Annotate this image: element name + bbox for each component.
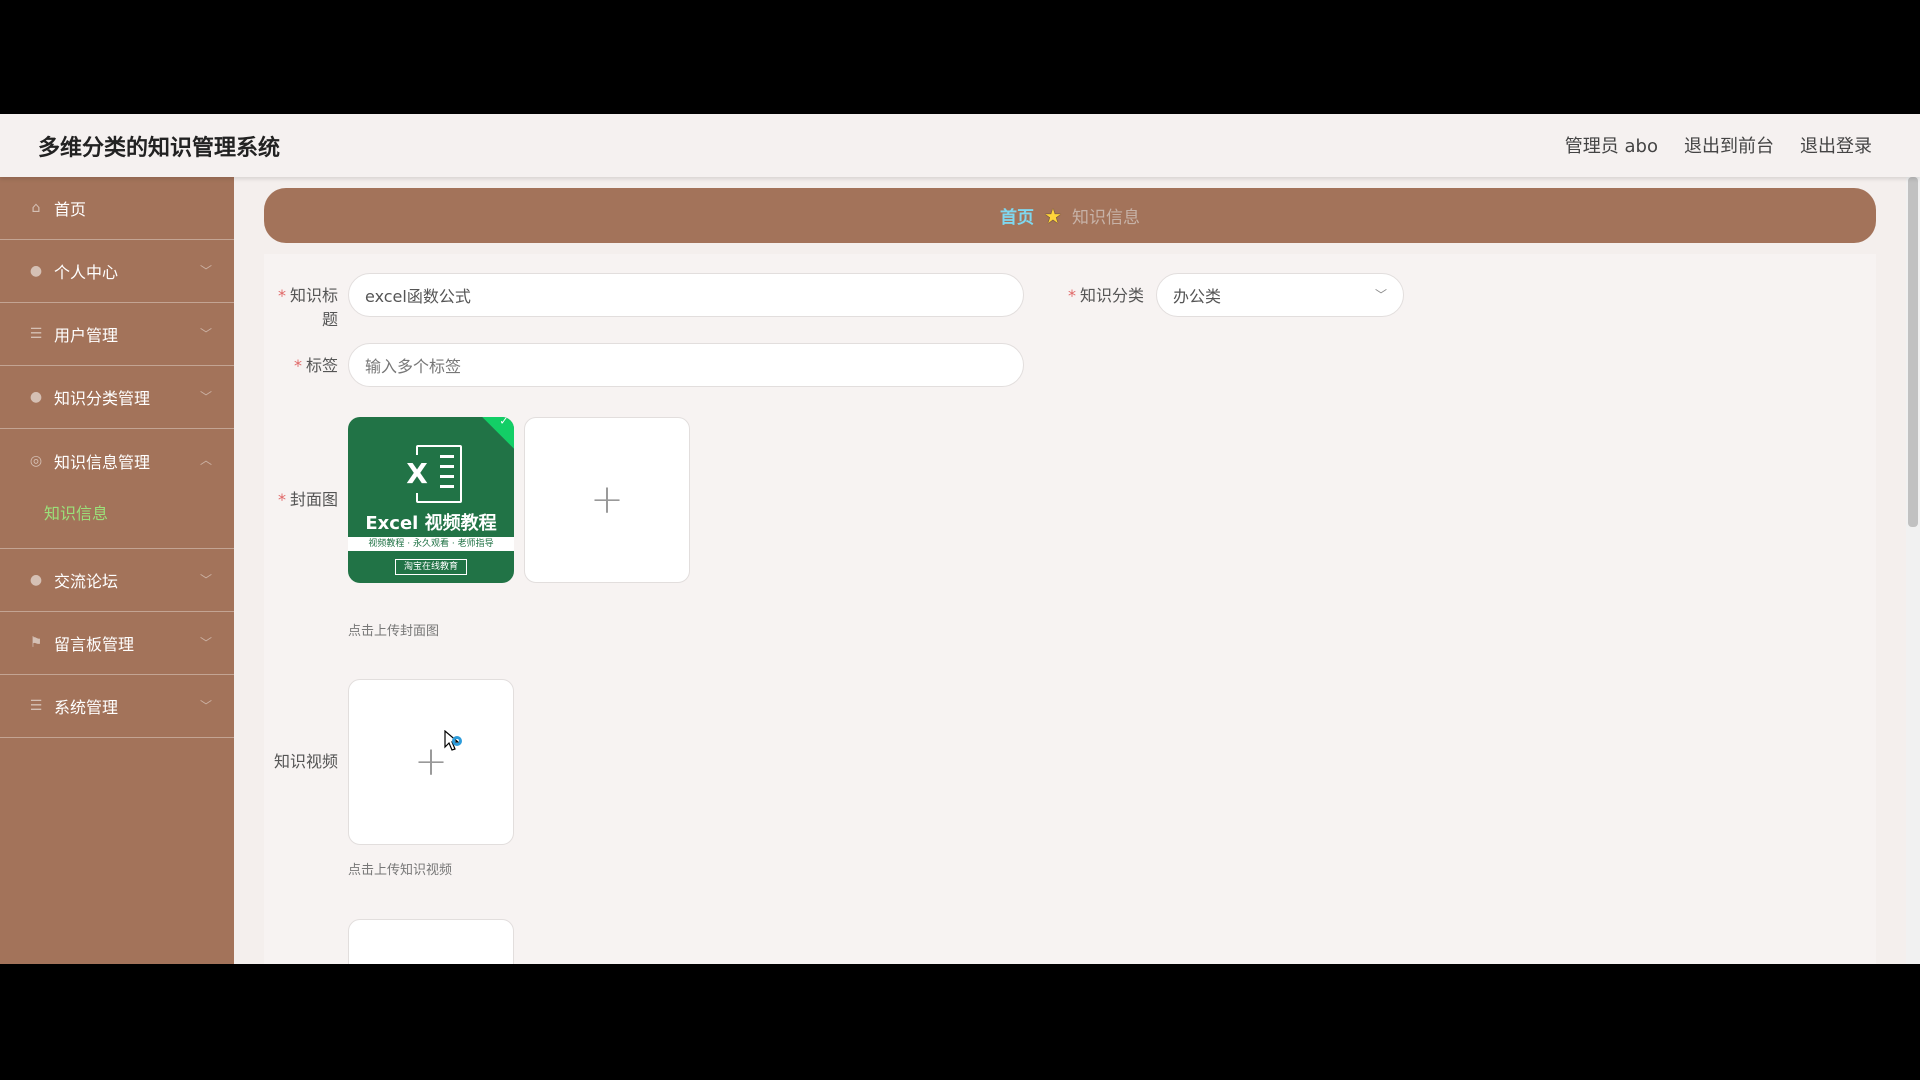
sidebar-item-label: 个人中心 bbox=[54, 263, 119, 282]
sidebar-item-system-management[interactable]: ☰ 系统管理 ﹀ bbox=[0, 675, 234, 738]
thumbnail-title: Excel 视频教程 bbox=[365, 513, 497, 534]
sidebar-item-message-board[interactable]: ⚑ 留言板管理 ﹀ bbox=[0, 612, 234, 675]
video-upload-button[interactable]: + bbox=[348, 679, 514, 845]
sidebar-item-label: 用户管理 bbox=[54, 326, 119, 345]
breadcrumb: 首页 ★ 知识信息 bbox=[264, 188, 1876, 243]
file-upload-button[interactable] bbox=[348, 919, 514, 964]
chevron-up-icon: ︿ bbox=[199, 453, 212, 467]
sidebar-item-user-management[interactable]: ☰ 用户管理 ﹀ bbox=[0, 303, 234, 366]
circle-icon: ◎ bbox=[29, 452, 43, 469]
sidebar-item-forum[interactable]: ● 交流论坛 ﹀ bbox=[0, 549, 234, 612]
sidebar-item-label: 知识分类管理 bbox=[54, 389, 151, 408]
sidebar-item-home[interactable]: ⌂ 首页 bbox=[0, 177, 234, 240]
app-window: 多维分类的知识管理系统 管理员 abo 退出到前台 退出登录 ⌂ 首页 ● 个人… bbox=[0, 114, 1920, 964]
chevron-down-icon: ﹀ bbox=[199, 636, 212, 650]
check-icon: ✓ bbox=[499, 417, 509, 428]
category-select[interactable]: 办公类 ﹀ bbox=[1156, 273, 1404, 317]
sidebar-item-knowledge-management[interactable]: ◎ 知识信息管理 ︿ bbox=[0, 429, 234, 492]
main-content: 首页 ★ 知识信息 * 知识标题 excel函数公式 * 知识分类 办公类 ﹀ * 标… bbox=[234, 177, 1904, 964]
loading-spinner-icon bbox=[452, 736, 462, 746]
sidebar-group-knowledge: ◎ 知识信息管理 ︿ 知识信息 bbox=[0, 429, 234, 549]
category-label: * 知识分类 bbox=[1067, 286, 1144, 305]
chevron-down-icon: ﹀ bbox=[199, 573, 212, 587]
flag-icon: ⚑ bbox=[29, 635, 43, 651]
chevron-down-icon: ﹀ bbox=[1374, 288, 1387, 302]
cover-hint: 点击上传封面图 bbox=[348, 624, 440, 639]
chevron-down-icon: ﹀ bbox=[199, 699, 212, 713]
exit-to-front-link[interactable]: 退出到前台 bbox=[1684, 132, 1774, 158]
sidebar-item-label: 知识信息管理 bbox=[54, 452, 151, 472]
sidebar-item-label: 交流论坛 bbox=[54, 572, 119, 591]
tags-label: * 标签 bbox=[293, 356, 338, 375]
cover-thumbnail[interactable]: X Excel 视频教程 视频教程 · 永久观看 · 老师指导 淘宝在线教育 ✓ bbox=[348, 417, 514, 583]
top-links: 管理员 abo 退出到前台 退出登录 bbox=[1565, 132, 1872, 158]
user-icon: ● bbox=[29, 263, 43, 279]
sidebar-item-label: 系统管理 bbox=[54, 698, 119, 717]
page-scrollbar[interactable] bbox=[1906, 177, 1920, 964]
thumbnail-subtitle: 视频教程 · 永久观看 · 老师指导 bbox=[348, 537, 514, 551]
user-icon: ● bbox=[29, 389, 43, 405]
chevron-down-icon: ﹀ bbox=[199, 390, 212, 404]
list-icon: ☰ bbox=[29, 698, 43, 714]
chevron-down-icon: ﹀ bbox=[199, 327, 212, 341]
logout-link[interactable]: 退出登录 bbox=[1800, 132, 1872, 158]
app-title: 多维分类的知识管理系统 bbox=[38, 136, 281, 161]
plus-icon: + bbox=[414, 739, 448, 785]
plus-icon: + bbox=[590, 477, 624, 523]
title-input[interactable]: excel函数公式 bbox=[348, 273, 1024, 317]
upload-success-badge: ✓ bbox=[477, 417, 514, 450]
breadcrumb-current: 知识信息 bbox=[1071, 208, 1140, 228]
list-icon: ☰ bbox=[29, 326, 43, 342]
video-hint: 点击上传知识视频 bbox=[348, 863, 453, 878]
tags-input[interactable]: 输入多个标签 bbox=[348, 343, 1024, 387]
top-bar: 多维分类的知识管理系统 管理员 abo 退出到前台 退出登录 bbox=[0, 114, 1920, 177]
scrollbar-thumb[interactable] bbox=[1908, 177, 1918, 527]
user-name: 管理员 abo bbox=[1564, 136, 1658, 157]
sidebar-item-personal-center[interactable]: ● 个人中心 ﹀ bbox=[0, 240, 234, 303]
star-icon: ★ bbox=[1044, 203, 1062, 228]
home-icon: ⌂ bbox=[31, 200, 41, 216]
sidebar-item-label: 首页 bbox=[54, 200, 87, 219]
sidebar: ⌂ 首页 ● 个人中心 ﹀ ☰ 用户管理 ﹀ ● 知识分类管理 ﹀ ◎ 知识信息… bbox=[0, 177, 234, 964]
chevron-down-icon: ﹀ bbox=[199, 264, 212, 278]
sidebar-item-label: 留言板管理 bbox=[54, 635, 135, 654]
cover-label: * 封面图 bbox=[277, 490, 338, 509]
sidebar-subitem-knowledge-info[interactable]: 知识信息 bbox=[0, 492, 234, 548]
cover-upload-button[interactable]: + bbox=[524, 417, 690, 583]
knowledge-form: * 知识标题 excel函数公式 * 知识分类 办公类 ﹀ * 标签 输入多个标签 *… bbox=[264, 254, 1876, 964]
sidebar-item-category-management[interactable]: ● 知识分类管理 ﹀ bbox=[0, 366, 234, 429]
title-label: * 知识标题 bbox=[277, 286, 338, 329]
excel-logo-icon: X bbox=[400, 445, 462, 503]
user-icon: ● bbox=[29, 572, 43, 588]
video-label: 知识视频 bbox=[273, 752, 338, 771]
breadcrumb-home[interactable]: 首页 bbox=[1000, 203, 1034, 228]
thumbnail-footer: 淘宝在线教育 bbox=[395, 559, 467, 575]
